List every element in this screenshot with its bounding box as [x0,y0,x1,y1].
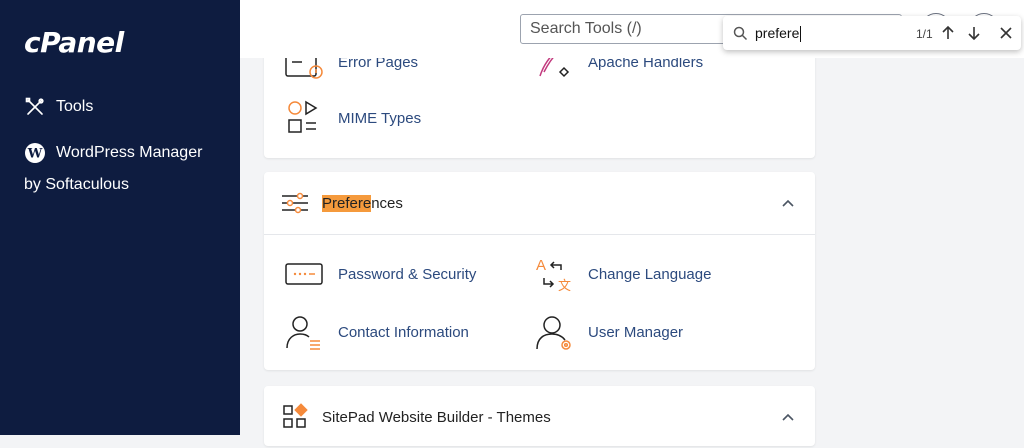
sidebar-item-label: Tools [56,98,94,115]
find-input[interactable]: prefere [755,25,802,43]
find-bar: prefere 1/1 [723,16,1021,50]
chevron-up-icon[interactable] [781,410,795,424]
text-caret [800,26,802,43]
change-language-icon: A 文 [536,257,571,294]
user-manager-icon [536,316,571,350]
preferences-card: Preferences Password & Security A 文 Chan… [264,172,815,370]
section-title: Preferences [322,194,403,212]
mime-types-icon [288,100,318,133]
password-security-icon [285,263,323,285]
sidebar-item-tools[interactable]: Tools [24,96,93,118]
wordpress-icon: W [24,142,46,164]
tool-contact-information[interactable]: Contact Information [284,312,469,352]
sidebar: cPanel Tools W WordPress Manager by Soft… [0,0,240,435]
main-content: Error Pages Apache Handlers MIME Types P… [240,0,1024,446]
tool-label: User Manager [588,323,684,341]
sitepad-header[interactable]: SitePad Website Builder - Themes [264,386,815,448]
tool-change-language[interactable]: A 文 Change Language [534,254,711,294]
find-match-count: 1/1 [916,27,933,41]
tools-icon [24,96,46,118]
previous-match-icon[interactable] [939,24,957,42]
tool-user-manager[interactable]: User Manager [534,312,683,352]
tool-label: Change Language [588,265,712,283]
svg-text:A: A [536,257,546,274]
contact-information-icon [286,316,320,350]
tool-mime-types[interactable]: MIME Types [284,98,421,138]
sidebar-item-wordpress-manager[interactable]: W WordPress Manager [24,142,202,164]
sitepad-themes-icon [283,403,308,428]
chevron-up-icon[interactable] [781,196,795,210]
search-icon [733,26,748,41]
sidebar-item-label: WordPress Manager [56,144,203,161]
cpanel-logo[interactable]: cPanel [24,26,124,59]
svg-text:文: 文 [558,279,571,294]
close-icon[interactable] [997,24,1015,42]
section-title: SitePad Website Builder - Themes [322,408,551,426]
find-highlight: Prefere [322,194,372,212]
tool-label: Password & Security [338,265,477,283]
preferences-icon [282,192,308,214]
tool-password-security[interactable]: Password & Security [284,254,476,294]
svg-text:W: W [27,147,43,162]
next-match-icon[interactable] [965,24,983,42]
sidebar-item-sublabel[interactable]: by Softaculous [24,176,129,194]
tool-label: MIME Types [338,109,422,127]
tool-label: Contact Information [338,323,469,341]
preferences-header[interactable]: Preferences [264,172,815,235]
sitepad-card: SitePad Website Builder - Themes [264,386,815,446]
